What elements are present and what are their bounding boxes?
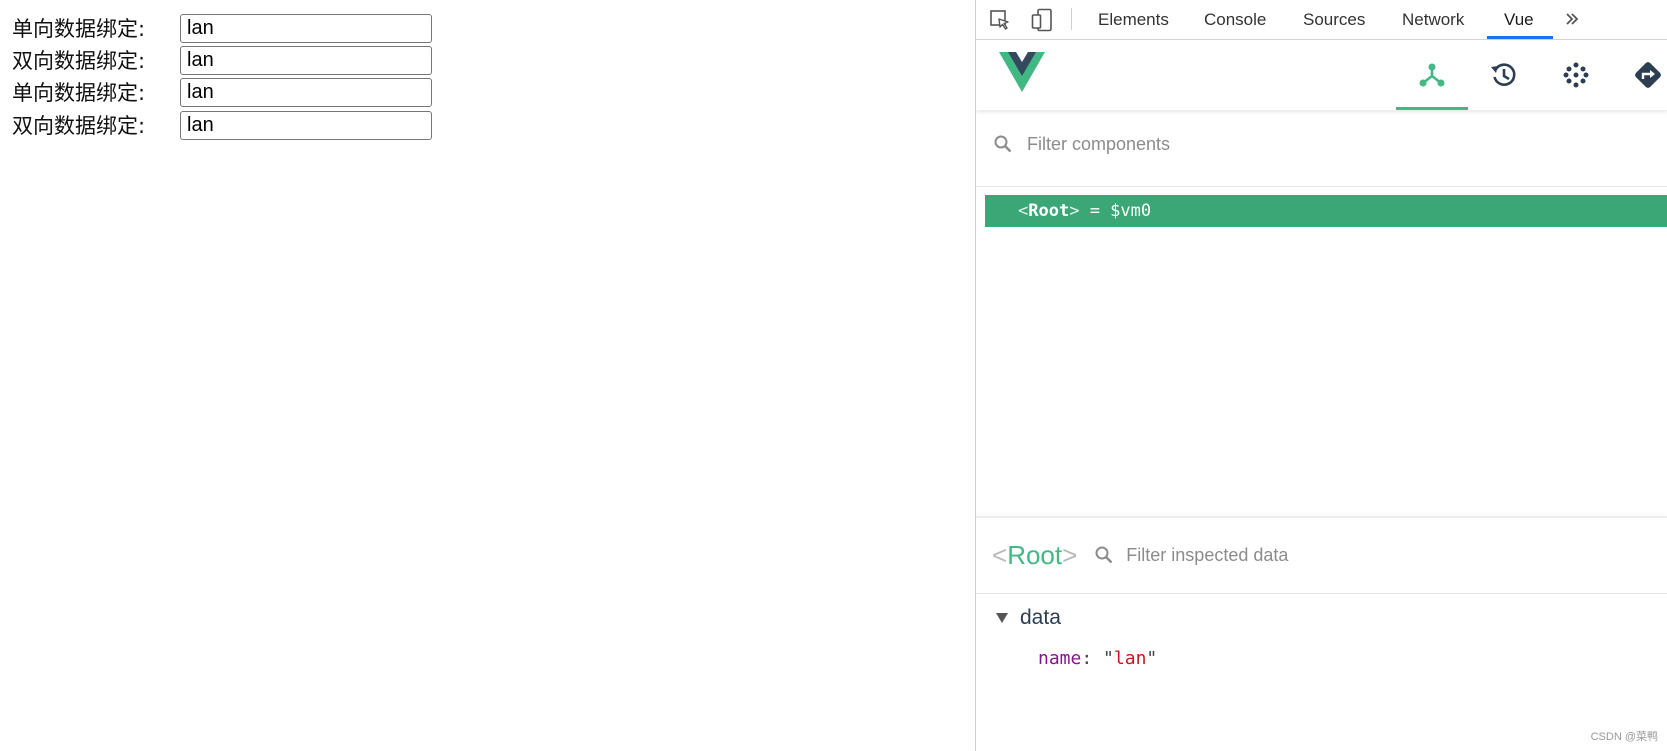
vue-logo-icon bbox=[999, 52, 1045, 97]
app-page: 单向数据绑定: 双向数据绑定: 单向数据绑定: 双向数据绑定: bbox=[0, 0, 975, 751]
search-icon bbox=[993, 134, 1013, 154]
divider bbox=[976, 593, 1667, 594]
components-icon[interactable] bbox=[1396, 40, 1468, 110]
pane-splitter[interactable] bbox=[976, 516, 1667, 518]
vue-devtools-header bbox=[976, 40, 1667, 110]
property-value: lan bbox=[1113, 648, 1147, 669]
component-tree-item-root[interactable]: <Root> = $vm0 bbox=[985, 195, 1667, 227]
component-filter-bar bbox=[976, 124, 1667, 164]
filter-components-input[interactable] bbox=[1025, 132, 1529, 156]
vm-reference: = $vm0 bbox=[1079, 201, 1152, 221]
toolbar-separator bbox=[1071, 8, 1072, 30]
form-row: 单向数据绑定: bbox=[12, 76, 432, 108]
tag-open-bracket: < bbox=[992, 539, 1008, 570]
devtools-panel: Elements Console Sources Network Vue Fil… bbox=[975, 0, 1667, 751]
screen: 单向数据绑定: 双向数据绑定: 单向数据绑定: 双向数据绑定: bbox=[0, 0, 1667, 751]
tab-elements[interactable]: Elements bbox=[1098, 0, 1169, 39]
one-way-binding-label: 单向数据绑定: bbox=[12, 17, 146, 41]
form-row: 单向数据绑定: bbox=[12, 12, 432, 44]
vuex-icon[interactable] bbox=[1540, 40, 1612, 110]
devtools-toolbar: Elements Console Sources Network Vue bbox=[976, 0, 1667, 40]
inspected-component-name: Root bbox=[1007, 539, 1063, 570]
active-tab-indicator bbox=[1487, 36, 1553, 39]
device-toolbar-icon[interactable] bbox=[1030, 8, 1054, 32]
inspect-element-icon[interactable] bbox=[988, 8, 1012, 32]
search-icon bbox=[1094, 545, 1114, 565]
component-name: Root bbox=[1028, 201, 1070, 221]
form-row: 双向数据绑定: bbox=[12, 109, 432, 141]
two-way-binding-input[interactable] bbox=[180, 110, 432, 140]
data-section-header[interactable]: data bbox=[996, 603, 1061, 633]
tab-network[interactable]: Network bbox=[1402, 0, 1464, 39]
tab-vue[interactable]: Vue bbox=[1504, 0, 1534, 39]
two-way-binding-label: 双向数据绑定: bbox=[12, 114, 146, 138]
tab-sources[interactable]: Sources bbox=[1303, 0, 1365, 39]
tab-console[interactable]: Console bbox=[1204, 0, 1266, 39]
active-action-indicator bbox=[1396, 107, 1468, 110]
data-property-row[interactable]: name: "lan" bbox=[1038, 646, 1157, 672]
inspector-header: <Root> bbox=[976, 528, 1667, 582]
property-key: name bbox=[1038, 648, 1082, 669]
form-row: 双向数据绑定: bbox=[12, 44, 432, 76]
two-way-binding-label: 双向数据绑定: bbox=[12, 49, 146, 73]
data-section-label: data bbox=[1020, 606, 1061, 629]
inspected-component-title: <Root> bbox=[992, 540, 1077, 571]
triangle-down-icon[interactable] bbox=[996, 613, 1008, 623]
one-way-binding-label: 单向数据绑定: bbox=[12, 81, 146, 105]
tag-close-bracket: > bbox=[1069, 201, 1080, 221]
tag-close-bracket: > bbox=[1062, 539, 1078, 570]
divider bbox=[976, 186, 1667, 187]
chevron-double-right-icon[interactable] bbox=[1564, 0, 1580, 39]
routing-icon[interactable] bbox=[1612, 40, 1667, 110]
filter-inspected-data-input[interactable] bbox=[1124, 543, 1549, 567]
one-way-binding-input[interactable] bbox=[180, 13, 432, 43]
tag-open-bracket: < bbox=[1018, 201, 1029, 221]
one-way-binding-input[interactable] bbox=[180, 77, 432, 107]
history-icon[interactable] bbox=[1468, 40, 1540, 110]
watermark: CSDN @菜鸭 bbox=[1590, 731, 1658, 743]
two-way-binding-input[interactable] bbox=[180, 45, 432, 75]
